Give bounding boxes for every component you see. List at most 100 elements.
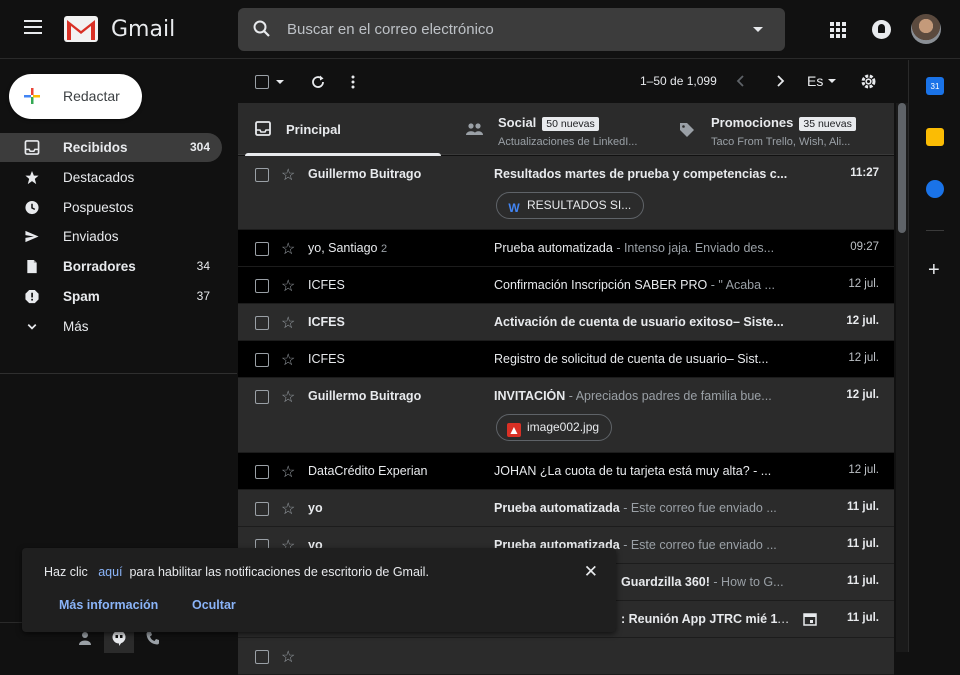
nav-item-inbox[interactable]: Recibidos 304 [0,133,222,162]
row-checkbox[interactable] [255,242,269,256]
main-menu-icon[interactable] [24,20,42,34]
email-date: 12 jul. [846,389,879,401]
nav-item-drafts[interactable]: Borradores 34 [0,252,222,281]
nav-item-snoozed[interactable]: Pospuestos [0,193,222,222]
row-checkbox[interactable] [255,168,269,182]
star-icon[interactable]: ☆ [281,239,295,259]
chevron-right-icon[interactable] [775,75,785,87]
tab-label: Promociones [711,115,794,130]
select-all-checkbox[interactable] [255,75,269,89]
search-icon[interactable] [252,19,272,39]
gmail-logo[interactable] [64,16,98,42]
category-tabs: Principal Social 50 nuevas Actualizacione… [238,103,894,156]
star-icon[interactable]: ☆ [281,387,295,407]
select-menu-icon[interactable] [276,80,284,84]
row-checkbox[interactable] [255,279,269,293]
email-row[interactable]: ☆ yo Prueba automatizada - Este correo f… [238,490,894,527]
email-date: 12 jul. [848,278,879,290]
tag-icon [680,123,694,137]
star-icon[interactable]: ☆ [281,350,295,370]
calendar-app-icon[interactable]: 31 [926,77,944,95]
row-checkbox[interactable] [255,353,269,367]
keep-app-icon[interactable] [926,128,944,146]
person-icon[interactable] [78,631,92,645]
add-addon-icon[interactable]: + [928,259,940,282]
tab-promociones[interactable]: Promociones 35 nuevas Taco From Trello, W… [678,103,894,155]
nav-count: 34 [196,259,210,273]
gear-icon[interactable] [860,73,877,90]
plus-icon [24,88,40,104]
row-checkbox[interactable] [255,465,269,479]
nav-item-more[interactable]: Más [0,312,222,341]
more-info-button[interactable]: Más información [59,598,158,612]
email-row[interactable]: ☆ ICFES Activación de cuenta de usuario … [238,304,894,341]
star-icon[interactable]: ☆ [281,499,295,519]
tasks-app-icon[interactable] [926,180,944,198]
email-subject: INVITACIÓN - Apreciados padres de famili… [494,389,772,403]
search-input[interactable] [287,8,727,51]
tab-principal[interactable]: Principal [238,103,441,156]
email-date: 12 jul. [846,315,879,327]
email-row[interactable]: ☆ yo, Santiago 2 Prueba automatizada - I… [238,230,894,267]
attachment-name: RESULTADOS SI... [527,198,632,212]
refresh-icon[interactable] [310,74,326,90]
more-options-icon[interactable] [350,74,356,90]
nav-item-spam[interactable]: Spam 37 [0,282,222,311]
word-doc-icon: W [508,201,520,215]
row-checkbox[interactable] [255,650,269,664]
attachment-chip[interactable]: W RESULTADOS SI... [496,192,645,219]
input-language-button[interactable]: Es [807,73,823,89]
nav-label: Destacados [63,170,135,185]
tab-label: Principal [286,122,341,137]
apps-grid-icon[interactable] [830,22,846,38]
tab-social[interactable]: Social 50 nuevas Actualizaciones de Linke… [464,103,674,155]
email-row[interactable]: ☆ DataCrédito Experian JOHAN ¿La cuota d… [238,453,894,490]
row-checkbox[interactable] [255,390,269,404]
email-row[interactable]: ☆ [238,638,894,675]
scrollbar-thumb[interactable] [898,103,906,233]
notifications-icon[interactable] [872,20,891,39]
compose-button[interactable]: Redactar [9,74,142,119]
calendar-icon [803,613,817,626]
chevron-left-icon[interactable] [736,75,746,87]
hide-button[interactable]: Ocultar [192,598,236,612]
scrollbar[interactable] [896,103,908,652]
star-icon[interactable]: ☆ [281,276,295,296]
row-checkbox[interactable] [255,502,269,516]
nav-label: Pospuestos [63,200,134,215]
email-row[interactable]: ☆ ICFES Confirmación Inscripción SABER P… [238,267,894,304]
email-sender: Guillermo Buitrago [308,389,422,403]
avatar[interactable] [911,14,941,44]
phone-icon[interactable] [146,631,160,645]
star-icon[interactable]: ☆ [281,647,295,667]
email-sender: yo, Santiago 2 [308,241,388,255]
nav-label: Spam [63,289,100,304]
tab-subtitle: Taco From Trello, Wish, Ali... [711,136,851,148]
email-sender: DataCrédito Experian [308,464,428,478]
star-icon[interactable]: ☆ [281,165,295,185]
nav-label: Enviados [63,229,119,244]
attachment-chip[interactable]: ▲ image002.jpg [496,414,613,441]
nav-item-starred[interactable]: Destacados [0,163,222,192]
email-row[interactable]: ☆ Guillermo Buitrago INVITACIÓN - Apreci… [238,378,894,453]
email-row[interactable]: ☆ ICFES Registro de solicitud de cuenta … [238,341,894,378]
star-icon[interactable]: ☆ [281,462,295,482]
inbox-icon [255,121,271,136]
close-icon[interactable]: ✕ [584,562,598,582]
compose-label: Redactar [63,88,120,104]
banner-message: Haz clic aquí para habilitar las notific… [44,565,429,579]
language-menu-icon[interactable] [828,79,836,83]
row-checkbox[interactable] [255,316,269,330]
enable-link[interactable]: aquí [98,565,122,579]
nav-item-sent[interactable]: Enviados [0,222,222,251]
star-icon[interactable]: ☆ [281,313,295,333]
search-options-icon[interactable] [753,27,763,32]
email-date: 11:27 [850,167,879,179]
tab-subtitle: Actualizaciones de LinkedI... [498,136,638,148]
email-subject: Resultados martes de prueba y competenci… [494,167,788,181]
nav-count: 304 [189,140,210,154]
email-date: 12 jul. [848,464,879,476]
email-row[interactable]: ☆ Guillermo Buitrago Resultados martes d… [238,156,894,230]
draft-icon [27,259,37,274]
side-panel: 31 + [908,60,960,652]
